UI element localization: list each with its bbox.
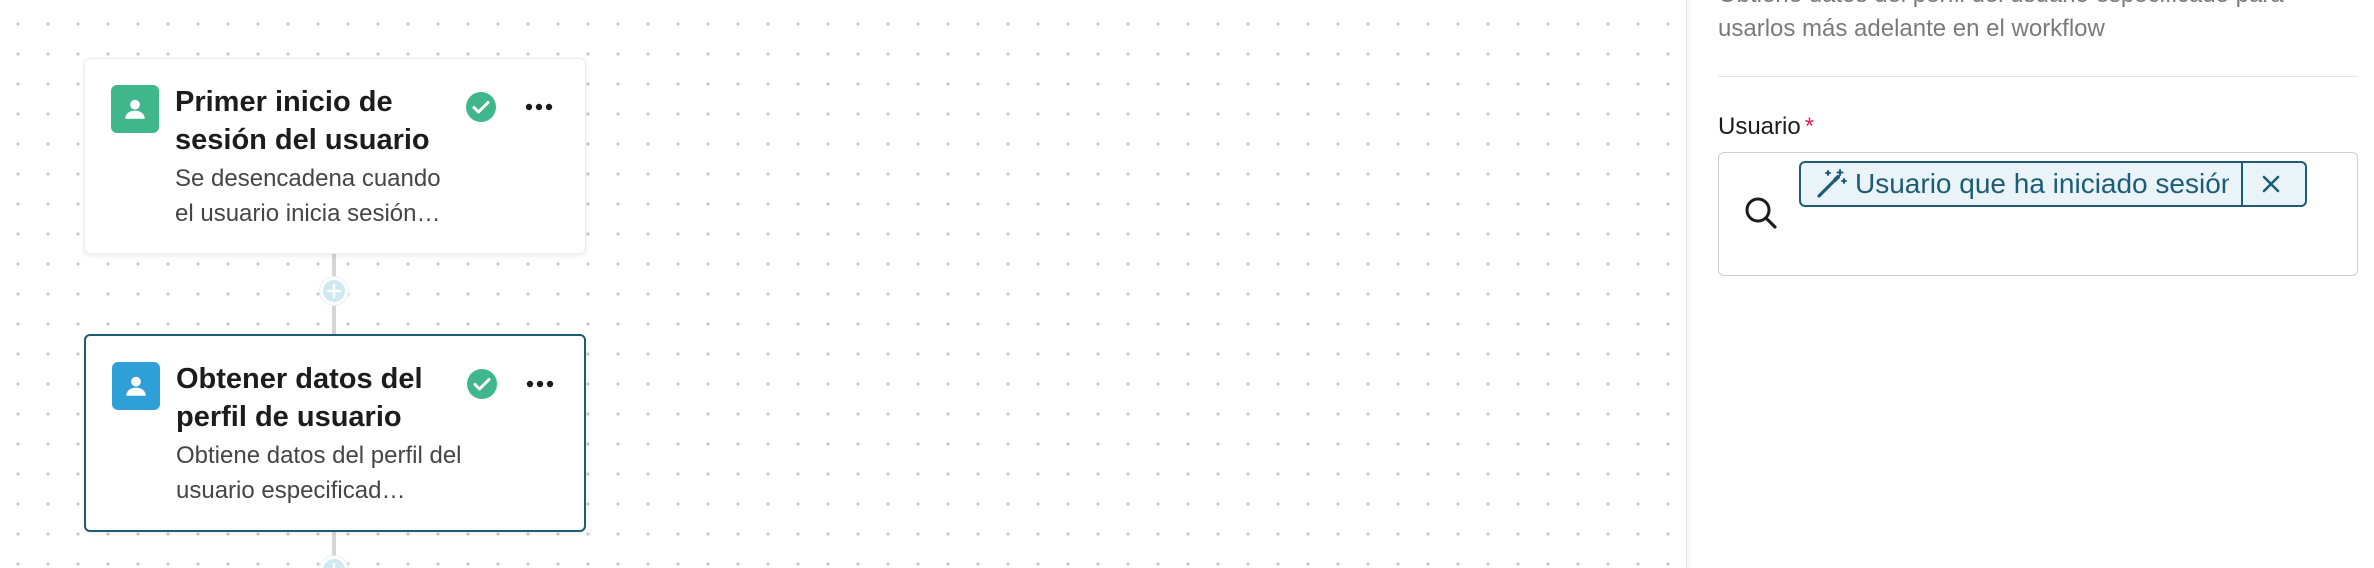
required-mark: * [1804,113,1815,140]
add-step-button[interactable] [320,277,348,305]
workflow-builder: Primer inicio de sesión del usuario Se d… [0,0,2374,568]
selected-user-token[interactable]: Usuario que ha iniciado sesión [1799,161,2307,207]
user-field-label: Usuario * [1718,112,1814,142]
workflow-step-card[interactable]: Primer inicio de sesión del usuario Se d… [84,58,586,254]
step-description: Obtiene datos del perfil del usuario esp… [176,442,462,504]
person-icon [126,376,146,396]
more-horizontal-icon [525,103,553,111]
panel-separator [1718,76,2358,77]
check-circle-icon [466,92,496,122]
person-icon [125,99,145,119]
selected-user-token-label: Usuario que ha iniciado sesión [1855,168,2229,199]
user-select-field[interactable]: Usuario que ha iniciado sesión [1718,152,2358,276]
workflow-canvas[interactable]: Primer inicio de sesión del usuario Se d… [0,0,1690,568]
search-icon [1745,197,1777,229]
step-more-button[interactable] [520,364,560,404]
remove-token-button[interactable] [2243,163,2299,205]
plus-icon [327,284,341,298]
add-step-button[interactable] [320,556,348,568]
step-title: Primer inicio de sesión del usuario [175,86,430,156]
check-circle-icon [467,369,497,399]
step-description: Se desencadena cuando el usuario inicia … [175,165,441,227]
plus-icon [332,563,336,568]
more-horizontal-icon [526,380,554,388]
step-more-button[interactable] [519,87,559,127]
step-icon-badge [112,362,160,410]
close-icon [2262,175,2280,193]
panel-description: Obtiene datos del perfil del usuario esp… [1718,0,2284,42]
workflow-step-card-selected[interactable]: Obtener datos del perfil de usuario Obti… [84,334,586,532]
step-config-panel: Obtiene datos del perfil del usuario esp… [1692,0,2374,568]
magic-wand-icon [1817,169,1847,198]
step-icon-badge [111,85,159,133]
user-field-label-text: Usuario [1718,113,1801,140]
step-title: Obtener datos del perfil de usuario [176,363,423,433]
